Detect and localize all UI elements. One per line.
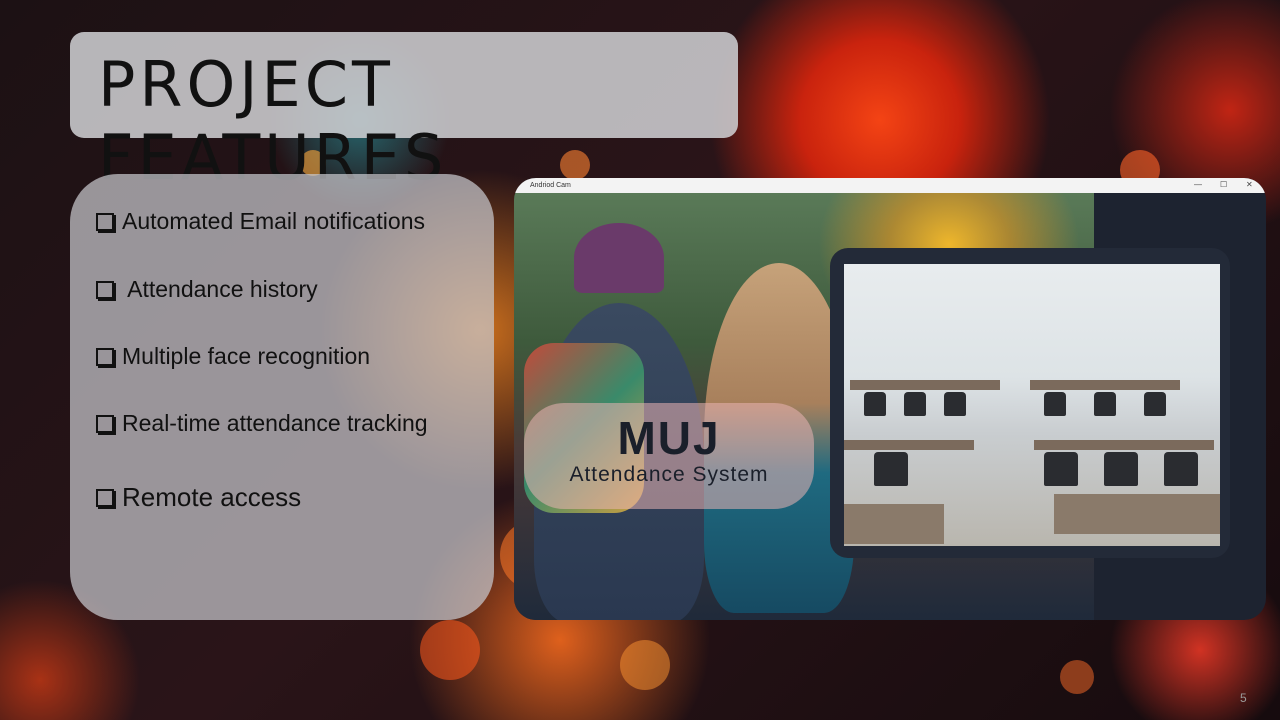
slide-number: 5 [1240,691,1247,705]
overlay-subtitle: Attendance System [569,463,769,486]
classroom-photo [844,264,1220,546]
bokeh-light [620,640,670,690]
window-titlebar[interactable]: Andriod Cam — ☐ ✕ [514,178,1266,193]
feature-item: Real-time attendance tracking [96,410,428,437]
app-overlay-label: MUJ Attendance System [524,403,814,509]
features-panel: Automated Email notifications Attendance… [70,174,494,620]
chair [1164,452,1198,486]
beanie-hat-icon [574,223,664,293]
feature-label: Automated Email notifications [122,208,425,234]
slide-title: PROJECT FEATURES [98,48,448,194]
desk [1030,380,1180,390]
feature-label: Remote access [122,482,302,512]
feature-item: Remote access [96,482,301,513]
close-button[interactable]: ✕ [1246,180,1253,189]
chair [1104,452,1138,486]
checkbox-icon [96,280,114,299]
checkbox-icon [96,347,114,366]
feature-item: Automated Email notifications [96,208,425,235]
bokeh-light [1060,660,1094,694]
maximize-button[interactable]: ☐ [1220,180,1227,189]
feature-label: Attendance history [122,276,318,302]
desk [850,380,1000,390]
desk [1054,494,1220,534]
checkbox-icon [96,488,114,507]
classroom-photo-frame [830,248,1230,558]
chair [874,452,908,486]
bokeh-light [420,620,480,680]
chair [1144,392,1166,416]
desk [1034,440,1214,450]
checkbox-icon [96,414,114,433]
chair [1094,392,1116,416]
title-box: PROJECT FEATURES [70,32,738,194]
overlay-title: MUJ [617,412,721,464]
feature-label: Real-time attendance tracking [122,410,428,436]
android-cam-window: Andriod Cam — ☐ ✕ MUJ Attendance System [514,178,1266,620]
feature-label: Multiple face recognition [122,343,371,369]
chair [944,392,966,416]
chair [1044,452,1078,486]
checkbox-icon [96,212,114,231]
desk [844,504,944,544]
desk [844,440,974,450]
chair [864,392,886,416]
minimize-button[interactable]: — [1194,180,1202,189]
feature-item: Multiple face recognition [96,343,370,370]
feature-item: Attendance history [96,276,318,303]
window-title: Andriod Cam [530,182,571,189]
chair [904,392,926,416]
chair [1044,392,1066,416]
